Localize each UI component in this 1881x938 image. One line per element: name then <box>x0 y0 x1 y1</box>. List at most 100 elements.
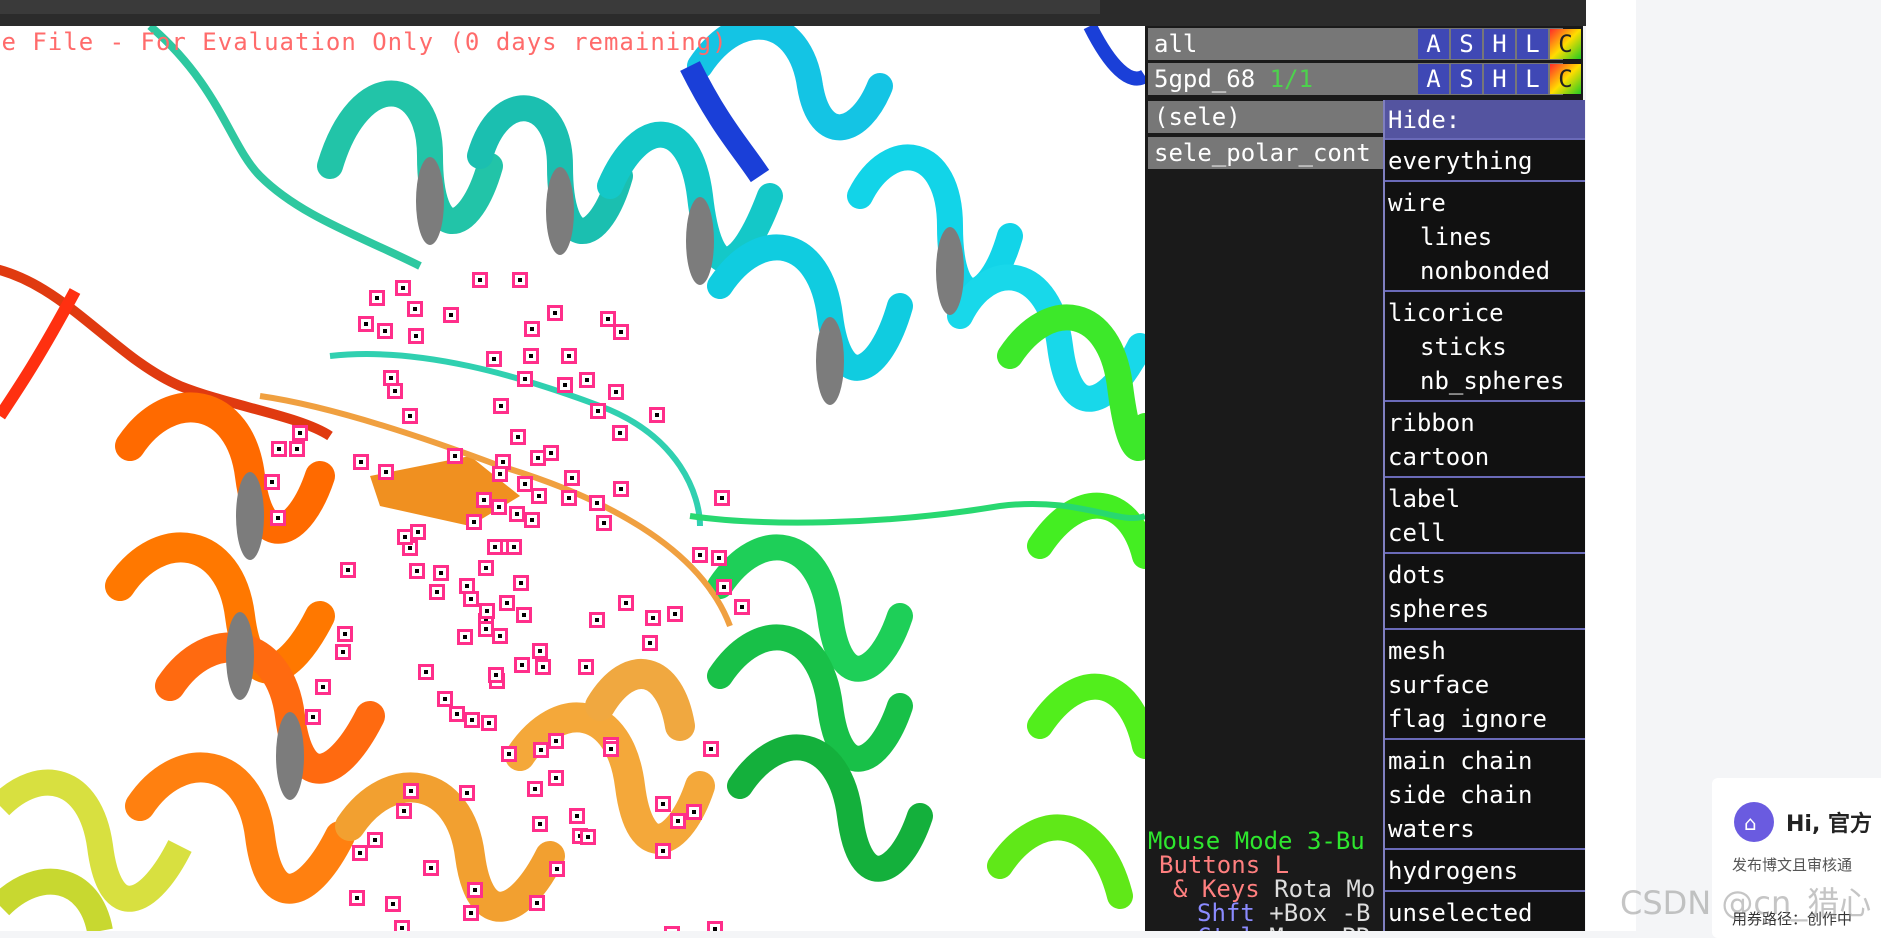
selection-marker-dot <box>522 613 526 617</box>
selection-marker-dot <box>416 530 420 534</box>
hide-button[interactable]: H <box>1484 64 1515 94</box>
selection-marker-dot <box>523 377 527 381</box>
selection-marker-dot <box>535 901 539 905</box>
selection-marker-dot <box>298 431 302 435</box>
menu-item-hydrogens[interactable]: hydrogens <box>1385 854 1585 888</box>
blog-sidebar: ⌂ Hi, 官方 发布博文且审核通 用券路径：创作中 <box>1636 0 1881 938</box>
color-button[interactable]: C <box>1550 64 1581 94</box>
selection-marker-dot <box>661 849 665 853</box>
mouse-mode-ctrl: Ctrl Move PR <box>1197 925 1370 931</box>
menu-item-unselected[interactable]: unselected <box>1385 896 1585 930</box>
selection-marker-dot <box>429 866 433 870</box>
menu-item-flag-ignore[interactable]: flag ignore <box>1385 702 1585 736</box>
selection-marker-dot <box>722 585 726 589</box>
show-button[interactable]: S <box>1451 29 1482 59</box>
menu-item-nb_spheres[interactable]: nb_spheres <box>1385 364 1585 398</box>
menu-item-main-chain[interactable]: main chain <box>1385 744 1585 778</box>
object-name: 5gpd_68 1/1 <box>1154 65 1313 93</box>
selection-marker-dot <box>720 496 724 500</box>
menu-item-ribbon[interactable]: ribbon <box>1385 406 1585 440</box>
object-row-all[interactable]: all A S H L C <box>1148 28 1581 60</box>
menu-item-sticks[interactable]: sticks <box>1385 330 1585 364</box>
selection-marker-dot <box>661 802 665 806</box>
selection-marker-dot <box>498 634 502 638</box>
selection-marker-dot <box>555 867 559 871</box>
action-button[interactable]: A <box>1418 64 1449 94</box>
selection-marker-dot <box>485 609 489 613</box>
selection-marker-dot <box>472 520 476 524</box>
selection-marker-dot <box>408 546 412 550</box>
evaluation-banner: se File - For Evaluation Only (0 days re… <box>0 28 728 56</box>
selection-marker-dot <box>424 670 428 674</box>
selection-marker-dot <box>713 927 717 931</box>
selection-marker-dot <box>482 498 486 502</box>
promo-text: 发布博文且审核通 <box>1732 856 1853 874</box>
color-button[interactable]: C <box>1550 29 1581 59</box>
menu-item-licorice[interactable]: licorice <box>1385 296 1585 330</box>
mouse-mode-keys: & Keys Rota Mo <box>1173 875 1376 903</box>
selection-marker-dot <box>277 447 281 451</box>
menu-item-dots[interactable]: dots <box>1385 558 1585 592</box>
selection-marker-dot <box>541 665 545 669</box>
window-top-bar <box>0 0 1586 26</box>
menu-item-lines[interactable]: lines <box>1385 220 1585 254</box>
promo-title: Hi, 官方 <box>1786 812 1872 837</box>
selection-marker-dot <box>516 435 520 439</box>
selection-marker-dot <box>585 378 589 382</box>
selection-marker-dot <box>586 835 590 839</box>
menu-item-cartoon[interactable]: cartoon <box>1385 440 1585 474</box>
menu-group: licorice sticks nb_spheres <box>1385 290 1585 400</box>
selection-marker-dot <box>523 482 527 486</box>
menu-group: label cell <box>1385 476 1585 552</box>
selection-marker-dot <box>359 460 363 464</box>
menu-item-surface[interactable]: surface <box>1385 668 1585 702</box>
selection-marker-dot <box>403 535 407 539</box>
menu-item-wire[interactable]: wire <box>1385 186 1585 220</box>
menu-item-everything[interactable]: everything <box>1385 144 1585 178</box>
menu-item-spheres[interactable]: spheres <box>1385 592 1585 626</box>
selection-marker-dot <box>343 632 347 636</box>
selection-marker-dot <box>519 581 523 585</box>
menu-header: Hide: <box>1385 100 1585 138</box>
selection-marker-dot <box>346 568 350 572</box>
selection-row-polar-contacts[interactable]: sele_polar_cont <box>1148 137 1388 169</box>
selection-marker-dot <box>538 822 542 826</box>
hide-button[interactable]: H <box>1484 29 1515 59</box>
menu-item-mesh[interactable]: mesh <box>1385 634 1585 668</box>
menu-item-nonbonded[interactable]: nonbonded <box>1385 254 1585 288</box>
selection-marker-dot <box>487 721 491 725</box>
menu-group: ribbon cartoon <box>1385 400 1585 476</box>
selection-marker-dot <box>563 383 567 387</box>
selection-marker-dot <box>507 752 511 756</box>
selection-marker-dot <box>648 641 652 645</box>
selection-marker-dot <box>439 571 443 575</box>
selection-marker-dot <box>364 322 368 326</box>
action-button[interactable]: A <box>1418 29 1449 59</box>
selection-marker-dot <box>455 712 459 716</box>
selection-marker-dot <box>465 584 469 588</box>
selection-marker-dot <box>473 888 477 892</box>
menu-item-side-chain[interactable]: side chain <box>1385 778 1585 812</box>
menu-item-label[interactable]: label <box>1385 482 1585 516</box>
selection-marker-dot <box>449 313 453 317</box>
selection-marker-dot <box>493 545 497 549</box>
selection-marker-dot <box>651 616 655 620</box>
menu-item-cell[interactable]: cell <box>1385 516 1585 550</box>
object-row-5gpd_68[interactable]: 5gpd_68 1/1 A S H L C <box>1148 63 1581 95</box>
selection-marker-dot <box>549 451 553 455</box>
show-button[interactable]: S <box>1451 64 1482 94</box>
selection-marker-dot <box>341 650 345 654</box>
csdn-watermark: CSDN @cn_猎心 <box>1620 884 1872 922</box>
label-button[interactable]: L <box>1517 29 1548 59</box>
selection-marker-dot <box>383 329 387 333</box>
selection-marker-dot <box>595 618 599 622</box>
molecule-viewport[interactable]: se File - For Evaluation Only (0 days re… <box>0 26 1145 931</box>
label-button[interactable]: L <box>1517 64 1548 94</box>
selection-marker-dot <box>484 627 488 631</box>
menu-item-waters[interactable]: waters <box>1385 812 1585 846</box>
selection-row-sele[interactable]: (sele) <box>1148 101 1388 133</box>
selection-marker-dot <box>595 501 599 505</box>
selection-marker-dot <box>554 739 558 743</box>
selection-marker-dot <box>393 389 397 393</box>
selection-marker-dot <box>624 601 628 605</box>
